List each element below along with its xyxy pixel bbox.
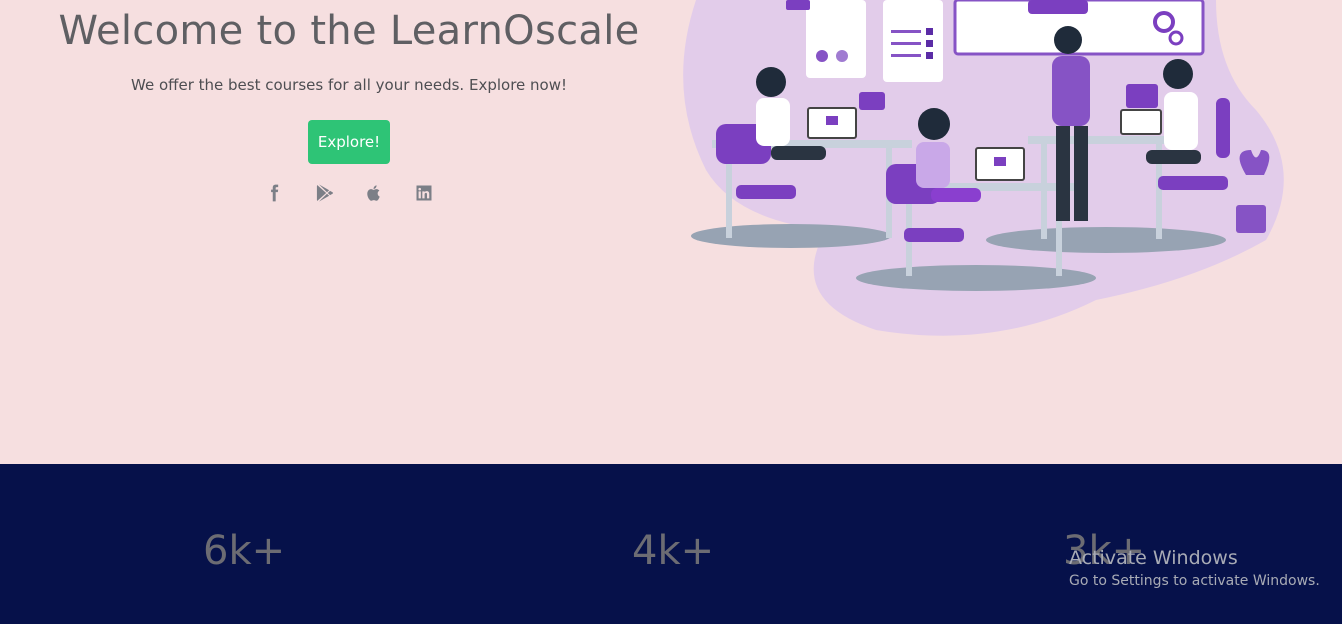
hero-title: Welcome to the LearnOscale [58,8,640,54]
hero-section: Welcome to the LearnOscale We offer the … [0,0,1342,464]
stat-students: 4k+ [632,528,715,574]
team-office-illustration [683,0,1284,336]
stats-section: 6k+ 4k+ 3k+ [0,464,1342,624]
explore-button[interactable]: Explore! [307,120,391,164]
social-links [48,182,650,204]
windows-activation-watermark: Activate Windows Go to Settings to activ… [1069,547,1320,589]
hero-text-block: Welcome to the LearnOscale We offer the … [48,0,650,204]
google-play-icon[interactable] [314,182,334,204]
apple-icon[interactable] [364,182,384,204]
activation-title: Activate Windows [1069,547,1238,569]
stat-courses: 6k+ [203,528,286,574]
activation-subtitle: Go to Settings to activate Windows. [1069,573,1320,589]
hero-subtitle: We offer the best courses for all your n… [131,76,567,94]
linkedin-icon[interactable] [414,182,434,204]
facebook-icon[interactable] [264,182,284,204]
